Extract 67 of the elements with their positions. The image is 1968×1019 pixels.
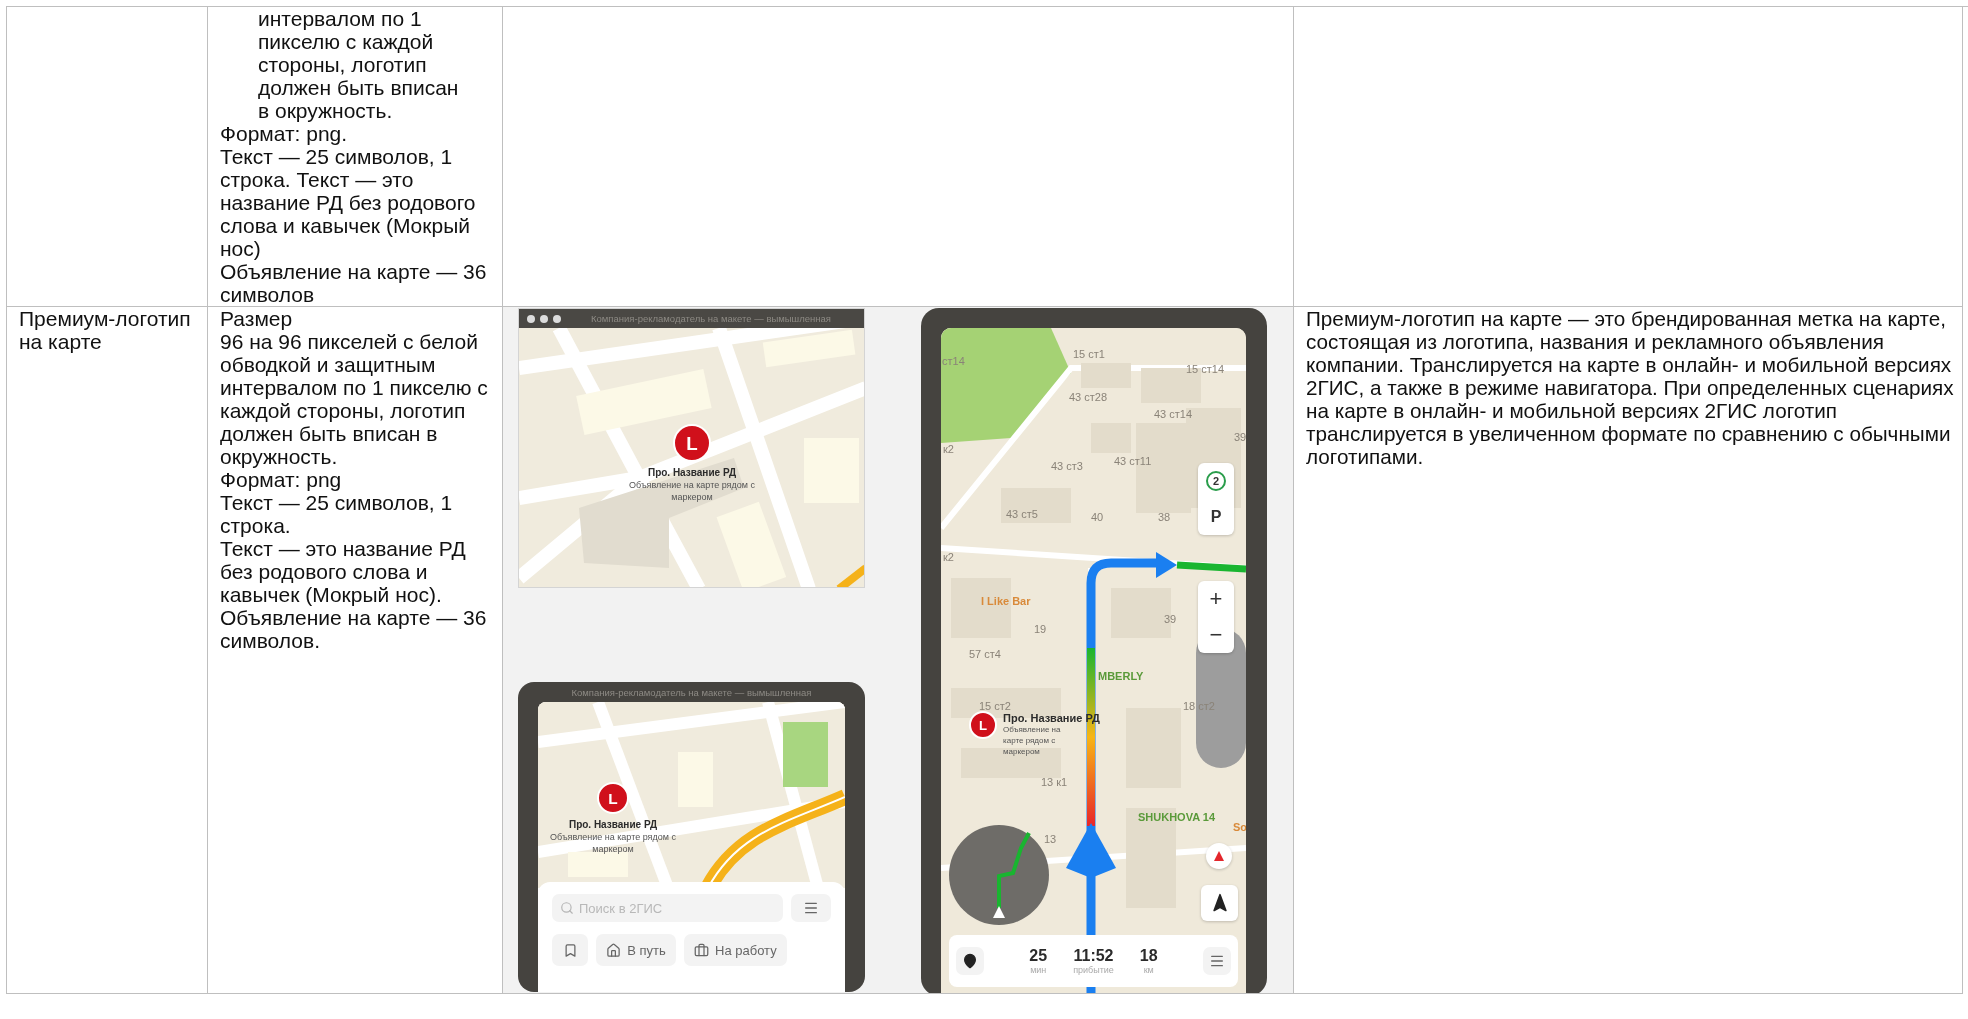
home-chip[interactable]: В путь — [596, 934, 676, 966]
map-label: 43 ст14 — [1154, 407, 1193, 422]
menu-icon — [803, 900, 819, 916]
pin-icon — [962, 953, 978, 969]
company-name: Про. Название РД — [647, 466, 737, 479]
requirement-text: 96 на 96 пикселей с белой обводкой и защитным интервалом по 1 пикселю с каждой стороны, логотип должен быть вписан в окружность. — [220, 330, 489, 468]
map-label: SHUKHOVA 14 — [1138, 810, 1216, 825]
map-label: I Like Bar — [981, 594, 1031, 609]
menu-icon — [1209, 953, 1225, 969]
requirement-text: интервалом по 1 пикселю с каждой стороны, логотип должен быть вписан в окружность. — [258, 7, 460, 122]
ad-text: Объявление на карте рядом с маркером — [549, 831, 677, 856]
map-label: 43 ст28 — [1069, 390, 1108, 405]
map-label: 39 — [1234, 430, 1246, 445]
trip-unit: км — [1143, 964, 1154, 976]
trip-unit: мин — [1030, 964, 1047, 976]
map-label: к2 — [943, 550, 954, 565]
work-chip[interactable]: На работу — [684, 934, 787, 966]
map-label: 13 к1 — [1041, 775, 1068, 790]
requirement-text: Размер — [220, 307, 294, 330]
trip-value: 25 — [1029, 946, 1048, 965]
compass-icon — [1214, 851, 1224, 861]
search-field[interactable]: Поиск в 2ГИС — [552, 894, 783, 922]
map-label: 40 — [1091, 510, 1104, 525]
trip-value: 11:52 — [1073, 946, 1114, 965]
map-label: 38 — [1158, 510, 1171, 525]
briefcase-icon — [694, 942, 709, 958]
requirement-text: Формат: png — [220, 468, 343, 491]
map-label: 57 ст4 — [969, 647, 1001, 662]
map-label: MBERLY — [1098, 669, 1144, 684]
requirement-text: Объявление на карте — 36 символов. — [220, 606, 488, 652]
requirement-text: Текст — 25 символов, 1 строка. Текст — это название РД без родового слова и кавычек (Мокрый нос) — [220, 145, 477, 260]
trip-value: 18 — [1139, 946, 1158, 965]
parking-button[interactable]: P — [1198, 499, 1234, 535]
ad-text: Объявление на карте рядом с маркером — [628, 479, 756, 504]
zoom-in-button[interactable]: + — [1198, 581, 1234, 617]
map-label: к2 — [943, 442, 954, 457]
map-label: ст14 — [942, 354, 965, 369]
map-label: 43 ст3 — [1051, 459, 1083, 474]
bookmark-button[interactable] — [552, 934, 588, 966]
house-icon — [606, 942, 622, 958]
zoom-out-button[interactable]: − — [1198, 617, 1234, 653]
requirement-text: Текст — это название РД без родового слова и кавычек (Мокрый нос). — [220, 537, 467, 606]
company-name: Про. Название РД — [568, 818, 658, 831]
requirement-text: Формат: png. — [220, 122, 349, 145]
map-label: 13 — [1044, 832, 1057, 847]
trip-unit: прибытие — [1073, 964, 1114, 976]
menu-button[interactable] — [1203, 947, 1231, 975]
map-label: 15 ст14 — [1186, 362, 1225, 377]
map-label: 43 ст11 — [1114, 454, 1152, 469]
ad-text: Объявление на карте рядом с маркером — [1003, 725, 1062, 758]
window-title: Компания-рекламодатель на макете — вымышленная — [571, 685, 812, 700]
description-text: Премиум-логотип на карте — это брендированная метка на карте, состоящая из логотипа, названия и рекламного объявления компании. Транслируется на карте в онлайн- и мобильной версиях 2ГИС, а также в режиме навигатора. При определенных сценариях на карте в онлайн- и мобильной версиях 2ГИС логотип транслируется в увеличенном формате по сравнению с обычными логотипами. — [1306, 307, 1955, 468]
map-label: 19 — [1034, 622, 1047, 637]
map-label: So — [1233, 820, 1246, 835]
window-dots-icon — [527, 314, 561, 323]
map-label: 43 ст5 — [1006, 507, 1038, 522]
search-icon — [560, 901, 574, 915]
map-label: 15 ст2 — [979, 699, 1011, 714]
pin-button[interactable] — [956, 947, 984, 975]
requirement-text: Текст — 25 символов, 1 строка. — [220, 491, 454, 537]
navigation-button[interactable] — [1201, 885, 1238, 921]
element-name: Премиум-логотип на карте — [19, 307, 191, 353]
bookmark-icon — [562, 942, 578, 958]
map-label: 39 — [1164, 612, 1177, 627]
menu-button[interactable] — [791, 894, 831, 922]
requirement-text: Объявление на карте — 36 символов — [220, 260, 488, 306]
map-label: 15 ст1 — [1073, 347, 1105, 362]
